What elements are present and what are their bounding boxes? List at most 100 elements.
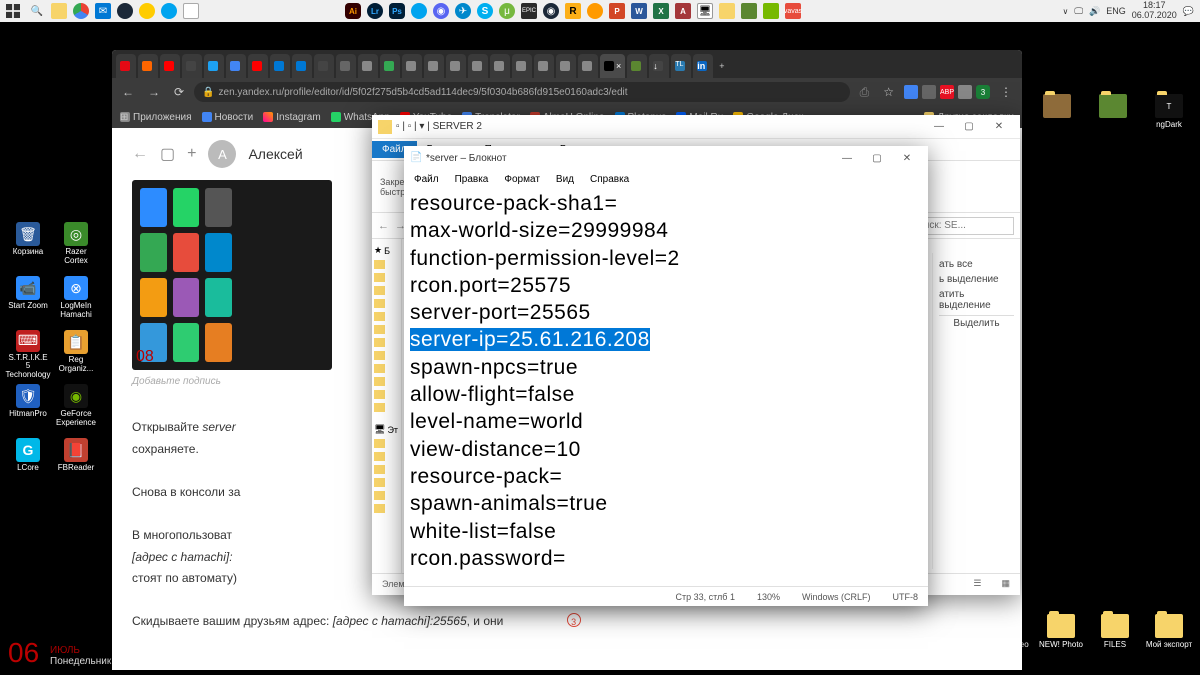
sidebar-item[interactable] — [374, 463, 399, 476]
menu-help[interactable]: Справка — [584, 173, 635, 186]
browser-tab[interactable] — [336, 54, 356, 78]
reload-icon[interactable]: ⟳ — [170, 85, 188, 99]
ext-icon[interactable] — [904, 85, 918, 99]
sidebar-item[interactable] — [374, 323, 399, 336]
excel-icon[interactable]: X — [653, 3, 669, 19]
app-icon[interactable] — [161, 3, 177, 19]
yandex-icon[interactable] — [139, 3, 155, 19]
close-button[interactable]: ✕ — [984, 117, 1014, 137]
maximize-button[interactable]: ▢ — [954, 117, 984, 137]
ppt-icon[interactable]: P — [609, 3, 625, 19]
app16-icon[interactable]: vavas — [785, 3, 801, 19]
desktop-geforce[interactable]: ◉GeForce Experience — [52, 382, 100, 436]
select-opt[interactable]: атить выделение — [939, 287, 1014, 313]
browser-tab[interactable]: in — [693, 54, 713, 78]
rockstar-icon[interactable]: R — [565, 3, 581, 19]
browser-tab[interactable] — [292, 54, 312, 78]
menu-format[interactable]: Формат — [498, 173, 546, 186]
browser-tab[interactable]: ↓ — [649, 54, 669, 78]
browser-tab[interactable] — [358, 54, 378, 78]
select-opt[interactable]: ать все — [939, 257, 1014, 272]
explorer-titlebar[interactable]: ▫ | ▫ | ▾ | SERVER 2 — ▢ ✕ — [372, 115, 1020, 139]
folder-newphoto[interactable]: NEW! Photo — [1036, 614, 1086, 649]
chrome-icon[interactable] — [73, 3, 89, 19]
zen-image[interactable]: 08 — [132, 180, 332, 370]
close-button[interactable]: ✕ — [892, 148, 922, 168]
utorrent-icon[interactable]: μ — [499, 3, 515, 19]
ps-icon[interactable]: Ps — [389, 3, 405, 19]
notepad-task-icon[interactable] — [183, 3, 199, 19]
sidebar-item[interactable] — [374, 401, 399, 414]
browser-tab[interactable] — [160, 54, 180, 78]
desktop-strike5[interactable]: ⌨S.T.R.I.K.E 5 Techonology — [4, 328, 52, 382]
sidebar-item[interactable] — [374, 349, 399, 362]
skype-icon[interactable]: S — [477, 3, 493, 19]
menu-view[interactable]: Вид — [550, 173, 580, 186]
browser-tab[interactable]: TL — [671, 54, 691, 78]
tray-display-icon[interactable]: 🖵 — [1074, 6, 1083, 17]
browser-tab[interactable] — [446, 54, 466, 78]
ai-icon[interactable]: Ai — [345, 3, 361, 19]
ext-badge[interactable]: 3 — [976, 85, 990, 99]
forward-icon[interactable]: → — [144, 85, 164, 99]
sidebar-item[interactable] — [374, 502, 399, 515]
browser-tab[interactable] — [248, 54, 268, 78]
browser-tab[interactable] — [512, 54, 532, 78]
browser-tab[interactable] — [424, 54, 444, 78]
bookmark-apps[interactable]: ⊞Приложения — [120, 112, 192, 123]
bookmark[interactable]: Новости — [202, 112, 254, 123]
lr-icon[interactable]: Lr — [367, 3, 383, 19]
browser-tab[interactable] — [556, 54, 576, 78]
browser-tab[interactable] — [116, 54, 136, 78]
desktop-recycle-bin[interactable]: 🗑Корзина — [4, 220, 52, 274]
desktop-app-b[interactable] — [1032, 94, 1082, 129]
minimize-button[interactable]: — — [924, 117, 954, 137]
desktop-lcore[interactable]: GLCore — [4, 436, 52, 490]
browser-tab[interactable] — [226, 54, 246, 78]
desktop-regorg[interactable]: 📋Reg Organiz... — [52, 328, 100, 382]
view-details-icon[interactable]: ☰ — [973, 578, 981, 589]
browser-tab[interactable] — [490, 54, 510, 78]
browser-tab[interactable] — [402, 54, 422, 78]
zen-back-icon[interactable]: ← — [132, 145, 148, 163]
browser-tab[interactable] — [182, 54, 202, 78]
notepad-textarea[interactable]: resource-pack-sha1= max-world-size=29999… — [404, 188, 928, 586]
tray-chevron-icon[interactable]: ∨ — [1062, 7, 1068, 16]
minecraft-icon[interactable] — [741, 3, 757, 19]
minimize-button[interactable]: — — [832, 148, 862, 168]
desktop-app-d[interactable]: TngDark — [1144, 94, 1194, 129]
tray-clock[interactable]: 18:17 06.07.2020 — [1132, 1, 1177, 21]
sidebar-item[interactable] — [374, 388, 399, 401]
url-input[interactable]: 🔒 zen.yandex.ru/profile/editor/id/5f02f2… — [194, 82, 850, 102]
maximize-button[interactable]: ▢ — [862, 148, 892, 168]
folder-files[interactable]: FILES — [1090, 614, 1140, 649]
desktop-fbreader[interactable]: 📕FBReader — [52, 436, 100, 490]
browser-tab[interactable] — [380, 54, 400, 78]
zen-add-icon[interactable]: + — [187, 145, 196, 163]
desktop-hitmanpro[interactable]: 🛡HitmanPro — [4, 382, 52, 436]
tray-lang[interactable]: ENG — [1106, 6, 1126, 16]
app9-icon[interactable] — [587, 3, 603, 19]
desktop-zoom[interactable]: 📹Start Zoom — [4, 274, 52, 328]
word-icon[interactable]: W — [631, 3, 647, 19]
app13-icon[interactable] — [719, 3, 735, 19]
sidebar-item[interactable] — [374, 362, 399, 375]
browser-tab[interactable] — [627, 54, 647, 78]
back-icon[interactable]: ← — [118, 85, 138, 99]
select-opt[interactable]: ь выделение — [939, 272, 1014, 287]
ext-icon[interactable] — [922, 85, 936, 99]
nvidia-icon[interactable] — [763, 3, 779, 19]
sidebar-item[interactable] — [374, 271, 399, 284]
sidebar-item[interactable] — [374, 450, 399, 463]
ext-icon[interactable]: ABP — [940, 85, 954, 99]
app4-icon[interactable] — [411, 3, 427, 19]
sidebar-item[interactable]: ★Б — [374, 243, 399, 258]
steam2-icon[interactable]: ◉ — [543, 3, 559, 19]
browser-newtab[interactable]: + — [715, 54, 735, 78]
view-icons-icon[interactable]: ▦ — [1001, 578, 1010, 589]
star-icon[interactable]: ☆ — [879, 85, 898, 99]
browser-tab[interactable] — [468, 54, 488, 78]
browser-tab[interactable] — [270, 54, 290, 78]
access-icon[interactable]: A — [675, 3, 691, 19]
epic-icon[interactable]: EPIC — [521, 3, 537, 19]
